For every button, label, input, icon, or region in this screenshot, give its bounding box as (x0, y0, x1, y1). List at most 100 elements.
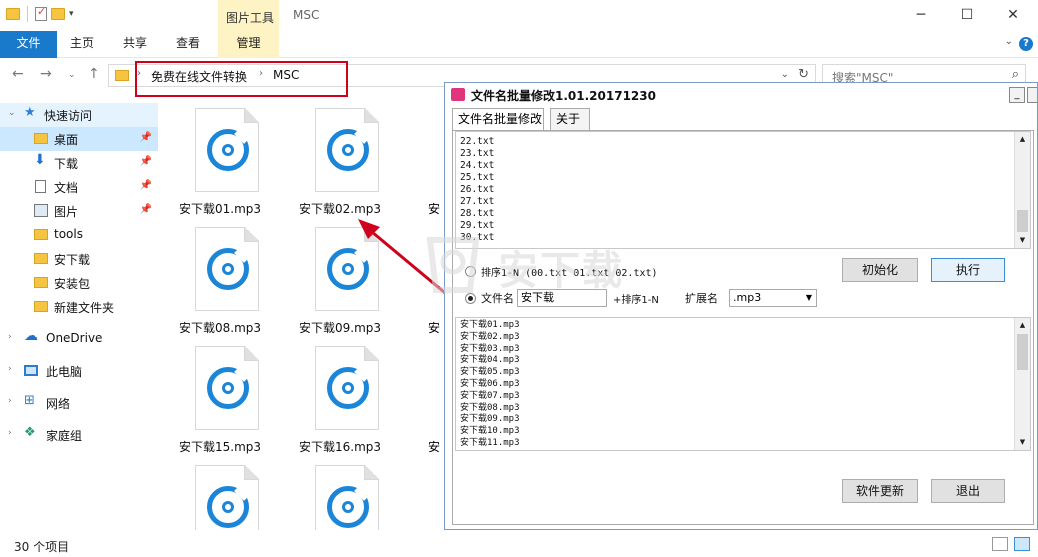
quick-access-toolbar: ▾ (6, 5, 74, 22)
list-item[interactable]: 27.txt (460, 196, 494, 208)
chevron-down-icon[interactable]: ▼ (806, 290, 812, 306)
scroll-down-icon[interactable]: ▼ (1015, 435, 1030, 450)
list-item[interactable]: 安下载06.mp3 (460, 379, 520, 391)
nav-item-downloads[interactable]: ⬇ 下载 📌 (0, 151, 158, 175)
expand-icon[interactable]: › (8, 396, 12, 406)
software-update-button[interactable]: 软件更新 (842, 479, 918, 503)
file-name: 安下载16.mp3 (298, 440, 382, 454)
details-view-icon[interactable] (992, 537, 1008, 551)
new-folder-icon[interactable] (51, 8, 65, 20)
back-icon[interactable]: ← (12, 66, 24, 82)
recent-locations-icon[interactable]: ⌄ (68, 70, 76, 80)
nav-item-pictures[interactable]: 图片 📌 (0, 199, 158, 223)
customize-qat-icon[interactable]: ▾ (69, 9, 74, 19)
expand-icon[interactable]: › (8, 332, 12, 342)
list-item[interactable]: 安下载09.mp3 (460, 414, 520, 426)
list-item[interactable]: 安下载01.mp3 (460, 320, 520, 332)
mp3-file-icon (195, 465, 259, 530)
tab-manage[interactable]: 管理 (218, 31, 279, 58)
expand-icon[interactable]: ⌄ (8, 108, 16, 118)
scrollbar[interactable]: ▲ ▼ (1014, 132, 1030, 248)
execute-button[interactable]: 执行 (931, 258, 1005, 282)
nav-label: 图片 (54, 205, 79, 219)
minimize-button[interactable]: _ (1009, 87, 1025, 103)
list-item[interactable]: 28.txt (460, 208, 494, 220)
tab-about[interactable]: 关于 (550, 108, 590, 130)
nav-label: 安下载 (54, 253, 91, 267)
nav-item-anxiazai[interactable]: 安下载 (0, 247, 158, 271)
file-item[interactable]: 安下载15.mp3 (170, 338, 270, 456)
list-item[interactable]: 安下载03.mp3 (460, 344, 520, 356)
scroll-up-icon[interactable]: ▲ (1015, 318, 1030, 333)
nav-item-tools[interactable]: tools (0, 223, 158, 247)
list-item[interactable]: 安下载08.mp3 (460, 403, 520, 415)
mp3-file-icon (315, 346, 379, 430)
file-item[interactable]: 安下载02.mp3 (290, 100, 390, 218)
tab-home[interactable]: 主页 (60, 31, 104, 58)
list-item[interactable]: 安下载02.mp3 (460, 332, 520, 344)
list-item[interactable]: 安下载10.mp3 (460, 426, 520, 438)
forward-icon[interactable]: → (40, 66, 52, 82)
nav-item-installers[interactable]: 安装包 (0, 271, 158, 295)
properties-icon[interactable] (35, 5, 47, 21)
exit-button[interactable]: 退出 (931, 479, 1005, 503)
nav-onedrive[interactable]: › ☁ OneDrive (0, 327, 158, 351)
tab-view[interactable]: 查看 (166, 31, 210, 58)
extension-select[interactable]: .mp3 ▼ (729, 289, 817, 307)
close-button[interactable]: ✕ (990, 4, 1036, 26)
up-icon[interactable]: ↑ (88, 66, 100, 82)
nav-label: 家庭组 (46, 429, 83, 443)
list-item[interactable]: 23.txt (460, 148, 494, 160)
address-dropdown-icon[interactable]: ⌄ (781, 69, 789, 80)
expand-icon[interactable]: › (8, 364, 12, 374)
pin-icon: 📌 (139, 132, 152, 143)
scroll-down-icon[interactable]: ▼ (1015, 233, 1030, 248)
file-item[interactable]: 安下载16.mp3 (290, 338, 390, 456)
file-name: 安下载01.mp3 (178, 202, 262, 216)
nav-network[interactable]: › ⊞ 网络 (0, 391, 158, 415)
nav-item-desktop[interactable]: 桌面 📌 (0, 127, 158, 151)
scrollbar[interactable]: ▲ ▼ (1014, 318, 1030, 450)
list-item[interactable]: 安下载05.mp3 (460, 367, 520, 379)
nav-item-documents[interactable]: 文档 📌 (0, 175, 158, 199)
list-item[interactable]: 25.txt (460, 172, 494, 184)
folder-icon (34, 277, 48, 288)
scroll-thumb[interactable] (1017, 334, 1028, 370)
mp3-file-icon (315, 465, 379, 530)
annotation-highlight-box (135, 61, 348, 97)
nav-label: 此电脑 (46, 365, 83, 379)
list-item[interactable]: 24.txt (460, 160, 494, 172)
scroll-up-icon[interactable]: ▲ (1015, 132, 1030, 147)
expand-icon[interactable]: › (8, 428, 12, 438)
tab-batch-rename[interactable]: 文件名批量修改 (452, 108, 544, 131)
file-item[interactable]: 安下载08.mp3 (170, 219, 270, 337)
search-icon[interactable]: ⌕ (1012, 67, 1019, 82)
minimize-button[interactable]: ─ (898, 4, 944, 26)
help-icon[interactable]: ? (1019, 37, 1033, 51)
file-item[interactable]: 安下载01.mp3 (170, 100, 270, 218)
init-button[interactable]: 初始化 (842, 258, 918, 282)
list-item[interactable]: 26.txt (460, 184, 494, 196)
list-item[interactable]: 安下载07.mp3 (460, 391, 520, 403)
list-item[interactable]: 安下载04.mp3 (460, 355, 520, 367)
file-item[interactable] (170, 457, 270, 530)
large-icons-view-icon[interactable] (1014, 537, 1030, 551)
maximize-button[interactable]: ☐ (944, 4, 990, 26)
nav-label: 文档 (54, 181, 79, 195)
status-bar: 30 个项目 (0, 533, 1038, 557)
file-item[interactable] (290, 457, 390, 530)
scroll-thumb[interactable] (1017, 210, 1028, 232)
tab-file[interactable]: 文件 (0, 31, 57, 58)
list-item[interactable]: 22.txt (460, 136, 494, 148)
refresh-icon[interactable]: ↻ (798, 67, 809, 82)
tab-share[interactable]: 共享 (113, 31, 157, 58)
watermark-logo-icon (426, 237, 480, 293)
result-file-list[interactable]: 安下载01.mp3 安下载02.mp3 安下载03.mp3 安下载04.mp3 … (455, 317, 1031, 451)
restore-button[interactable] (1027, 87, 1037, 103)
nav-quick-access[interactable]: ⌄ ★ 快速访问 (0, 103, 158, 127)
expand-ribbon-icon[interactable]: ⌄ (1005, 36, 1013, 47)
nav-item-new-folder[interactable]: 新建文件夹 (0, 295, 158, 319)
nav-this-pc[interactable]: › 此电脑 (0, 359, 158, 383)
nav-homegroup[interactable]: › ❖ 家庭组 (0, 423, 158, 447)
list-item[interactable]: 安下载11.mp3 (460, 438, 520, 450)
